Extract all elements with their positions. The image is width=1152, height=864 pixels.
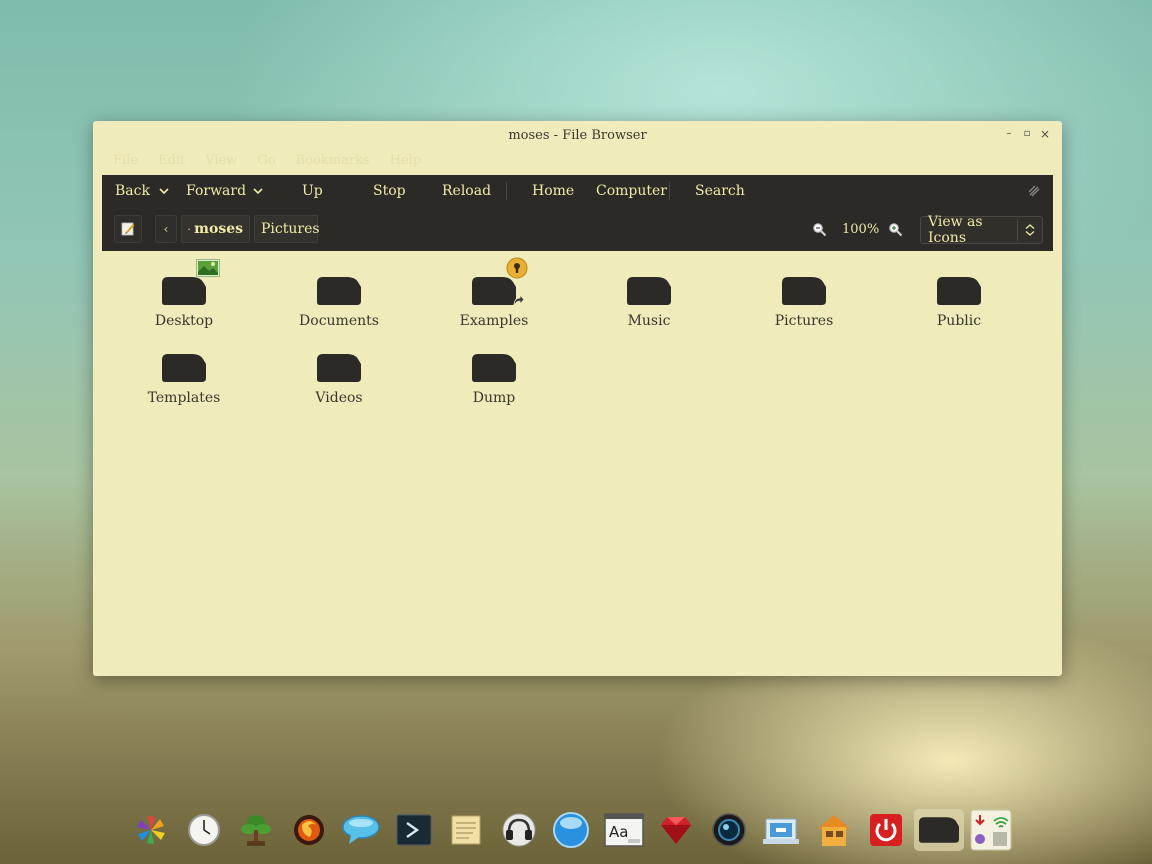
select-arrows-icon	[1025, 224, 1035, 236]
chevron-left-icon: ‹	[163, 222, 169, 236]
breadcrumb-label: moses	[194, 221, 243, 237]
dock-terminal-icon[interactable]	[388, 806, 441, 854]
folder-icon	[937, 277, 981, 305]
reload-button[interactable]: Reload	[442, 183, 491, 199]
folder-dump[interactable]: Dump	[424, 354, 564, 406]
dock-screenshot-icon[interactable]	[755, 806, 808, 854]
menu-view[interactable]: View	[205, 153, 237, 173]
toolbar-separator	[506, 182, 507, 200]
picture-emblem-icon	[196, 259, 220, 277]
folder-label: Dump	[472, 390, 516, 406]
menu-edit[interactable]: Edit	[158, 153, 185, 173]
folder-label: Videos	[315, 390, 363, 406]
dock-camera-lens-icon[interactable]	[703, 806, 756, 854]
folder-label: Templates	[147, 390, 221, 406]
forward-history-chevron-down-icon[interactable]	[252, 185, 264, 197]
location-bar: ‹ moses Pictures 100% View as Icons	[102, 213, 1053, 246]
activity-throbber-icon	[1028, 185, 1040, 197]
folder-label: Pictures	[774, 313, 834, 329]
breadcrumb-pictures[interactable]: Pictures	[254, 215, 320, 243]
folder-templates[interactable]: Templates	[114, 354, 254, 406]
breadcrumb-label: Pictures	[261, 221, 320, 237]
folder-label: Desktop	[154, 313, 214, 329]
home-icon	[188, 228, 191, 230]
folder-icon	[627, 277, 671, 305]
title-bar[interactable]: moses - File Browser – ▫ ×	[93, 121, 1062, 151]
folder-label: Public	[936, 313, 982, 329]
file-browser-window: moses - File Browser – ▫ × File Edit Vie…	[93, 121, 1062, 676]
folder-label: Documents	[299, 313, 379, 329]
toggle-location-entry-button[interactable]	[114, 215, 142, 243]
navigation-toolbar: Back Forward Up Stop Reload Home Compute…	[102, 175, 1053, 207]
forward-button[interactable]: Forward	[186, 183, 246, 199]
folder-icon	[162, 259, 220, 305]
close-button[interactable]: ×	[1038, 127, 1052, 141]
dock-pinwheel-icon[interactable]	[125, 806, 178, 854]
window-title: moses - File Browser	[508, 128, 647, 143]
folder-label: Examples	[459, 313, 529, 329]
folder-desktop[interactable]: Desktop	[114, 259, 254, 329]
dock-system-tray-icon[interactable]	[965, 806, 1018, 854]
dock-clock-icon[interactable]	[178, 806, 231, 854]
dock-ruby-icon[interactable]	[650, 806, 703, 854]
folder-icon	[317, 354, 361, 382]
folder-icon	[472, 354, 516, 382]
folder-icon	[472, 257, 528, 307]
dock-headphones-icon[interactable]	[493, 806, 546, 854]
folder-videos[interactable]: Videos	[269, 354, 409, 406]
breadcrumb-back-button[interactable]: ‹	[155, 215, 177, 243]
menu-help[interactable]: Help	[390, 153, 422, 173]
dock-folder-icon[interactable]	[913, 806, 966, 854]
up-button[interactable]: Up	[302, 183, 323, 199]
svg-text:Aa: Aa	[609, 823, 628, 841]
back-history-chevron-down-icon[interactable]	[158, 185, 170, 197]
minimize-button[interactable]: –	[1002, 127, 1016, 141]
dock-home-folder-icon[interactable]	[808, 806, 861, 854]
folder-examples[interactable]: Examples	[424, 257, 564, 329]
menu-bar: File Edit View Go Bookmarks Help	[113, 153, 421, 173]
folder-music[interactable]: Music	[579, 277, 719, 329]
computer-button[interactable]: Computer	[596, 183, 667, 199]
dock-firefox-icon[interactable]	[283, 806, 336, 854]
lock-emblem-icon	[506, 257, 528, 279]
toolbar-separator	[669, 182, 670, 200]
menu-file[interactable]: File	[113, 153, 138, 173]
folder-icon	[162, 354, 206, 382]
dock-notes-icon[interactable]	[440, 806, 493, 854]
search-button[interactable]: Search	[695, 183, 745, 199]
icon-view[interactable]: Desktop Documents Examples Music Picture…	[102, 251, 1053, 671]
menu-bookmarks[interactable]: Bookmarks	[296, 153, 370, 173]
zoom-in-icon[interactable]	[888, 222, 903, 237]
folder-icon	[317, 277, 361, 305]
dock-tree-icon[interactable]	[230, 806, 283, 854]
folder-public[interactable]: Public	[889, 277, 1029, 329]
stop-button[interactable]: Stop	[373, 183, 406, 199]
view-mode-label: View as Icons	[928, 214, 983, 246]
edit-location-icon	[121, 222, 135, 236]
view-mode-select[interactable]: View as Icons	[920, 214, 1043, 246]
menu-go[interactable]: Go	[257, 153, 275, 173]
folder-label: Music	[627, 313, 671, 329]
folder-documents[interactable]: Documents	[269, 277, 409, 329]
dock-power-icon[interactable]	[860, 806, 913, 854]
dock-chat-icon[interactable]	[335, 806, 388, 854]
home-button[interactable]: Home	[532, 183, 574, 199]
maximize-button[interactable]: ▫	[1020, 127, 1034, 141]
breadcrumb-moses[interactable]: moses	[181, 215, 250, 243]
dock-font-viewer-icon[interactable]: Aa	[598, 806, 651, 854]
dock-orb-icon[interactable]	[545, 806, 598, 854]
zoom-out-icon[interactable]	[812, 222, 827, 237]
zoom-level[interactable]: 100%	[842, 222, 879, 237]
folder-pictures[interactable]: Pictures	[734, 277, 874, 329]
folder-icon	[782, 277, 826, 305]
toolbar: Back Forward Up Stop Reload Home Compute…	[102, 175, 1053, 251]
dock: Aa	[125, 806, 1018, 854]
symlink-arrow-icon	[513, 293, 524, 307]
back-button[interactable]: Back	[115, 183, 150, 199]
